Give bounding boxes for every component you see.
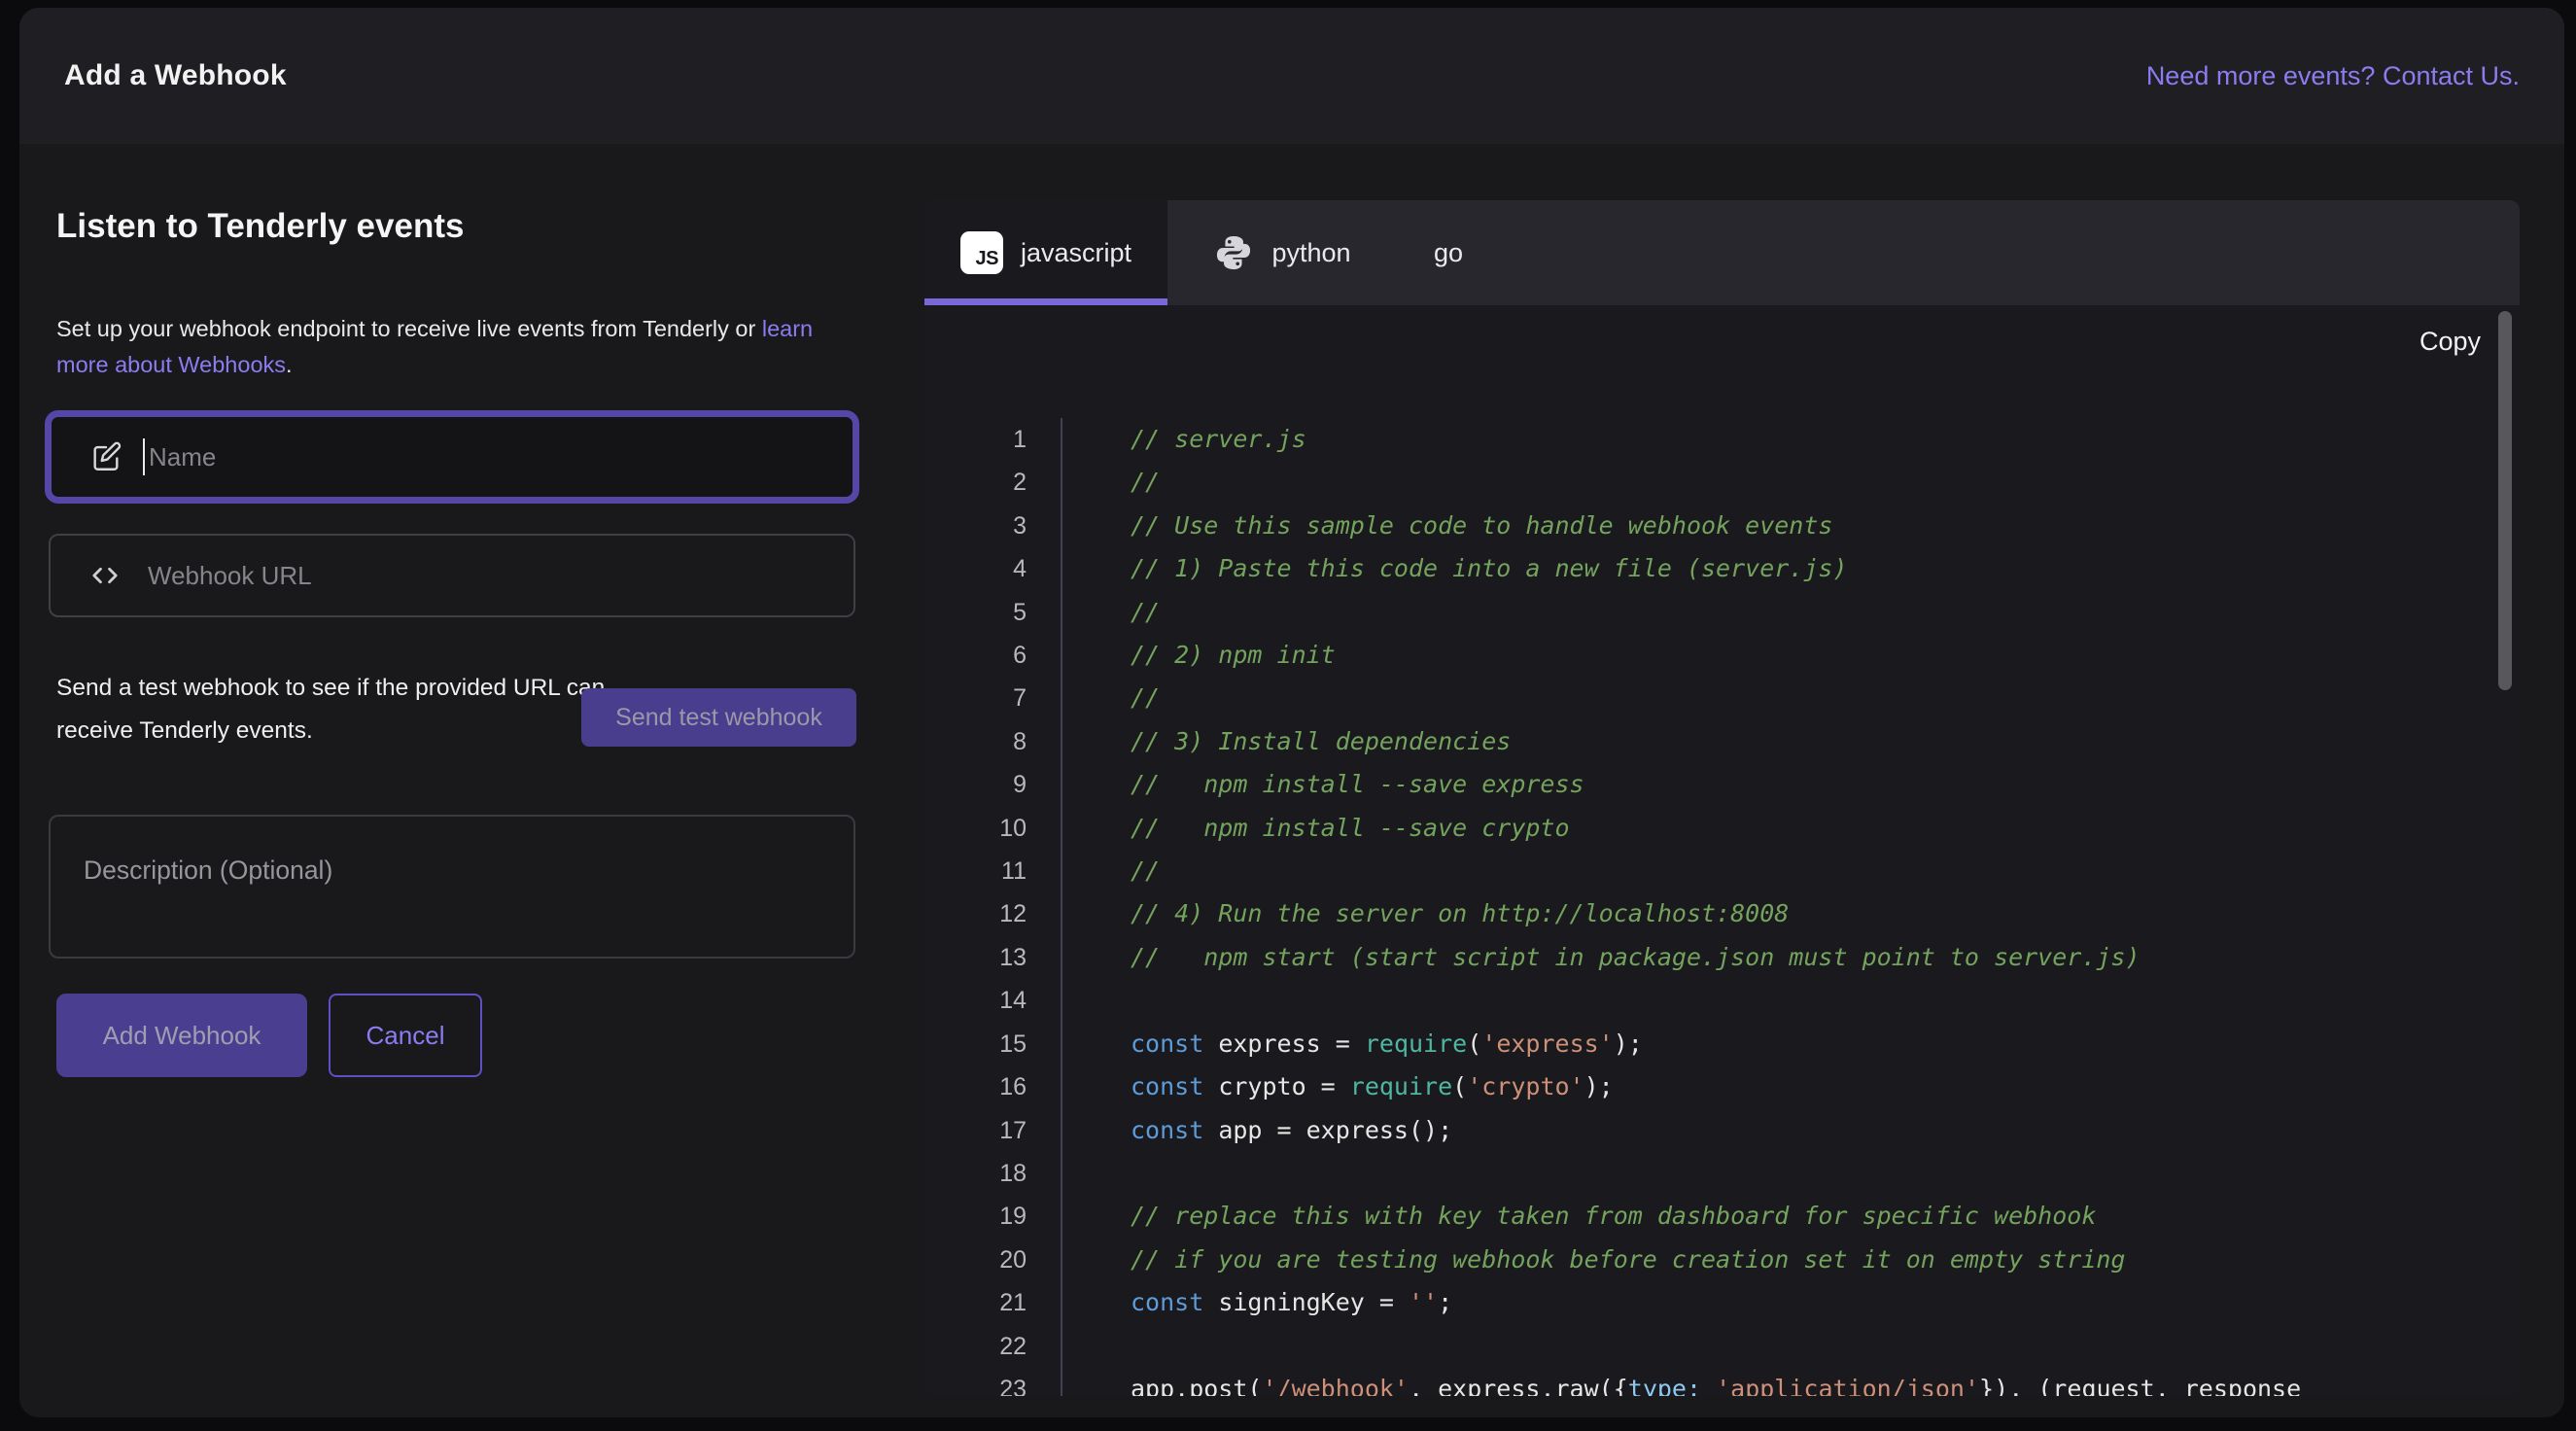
code-tabbar: JS javascript python go <box>924 200 2520 305</box>
code-line: 12// 4) Run the server on http://localho… <box>924 892 2520 936</box>
code-line: 4// 1) Paste this code into a new file (… <box>924 547 2520 591</box>
name-input[interactable] <box>52 417 853 497</box>
contact-us-link[interactable]: Need more events? Contact Us. <box>2146 61 2520 91</box>
tab-javascript-label: javascript <box>1020 237 1132 267</box>
description-field <box>49 815 855 959</box>
tab-go-label: go <box>1434 237 1464 267</box>
test-webhook-text: Send a test webhook to see if the provid… <box>56 675 606 744</box>
code-lines: 1// server.js 2//3// Use this sample code… <box>924 305 2520 1396</box>
screen: Add a Webhook Need more events? Contact … <box>0 0 2576 1431</box>
code-line: 15 const express = require('express'); <box>924 1022 2520 1066</box>
text-caret <box>143 438 145 475</box>
js-icon: JS <box>959 231 1003 274</box>
tab-go[interactable]: go <box>1397 200 1500 305</box>
cancel-button[interactable]: Cancel <box>329 994 482 1077</box>
form-heading: Listen to Tenderly events <box>56 207 465 245</box>
code-line: 8// 3) Install dependencies <box>924 719 2520 764</box>
code-line: 9// npm install --save express <box>924 763 2520 807</box>
code-line: 13// npm start (start script in package.… <box>924 935 2520 980</box>
code-line: 6// 2) npm init <box>924 634 2520 678</box>
modal-header: Add a Webhook Need more events? Contact … <box>19 8 2564 144</box>
tab-javascript[interactable]: JS javascript <box>924 200 1167 305</box>
code-line: 16 const crypto = require('crypto'); <box>924 1065 2520 1109</box>
code-line: 7// <box>924 677 2520 720</box>
add-webhook-modal: Add a Webhook Need more events? Contact … <box>19 8 2564 1417</box>
code-line: 18 <box>924 1151 2520 1196</box>
description-text: Set up your webhook endpoint to receive … <box>56 316 762 341</box>
tab-python-label: python <box>1271 237 1351 267</box>
code-line: 10// npm install --save crypto <box>924 806 2520 851</box>
add-webhook-button[interactable]: Add Webhook <box>56 994 307 1077</box>
code-editor[interactable]: Copy 1// server.js 2//3// Use this sample… <box>924 305 2520 1396</box>
copy-button[interactable]: Copy <box>2419 327 2481 357</box>
form-description: Set up your webhook endpoint to receive … <box>56 311 844 383</box>
modal-title: Add a Webhook <box>64 59 287 91</box>
send-test-webhook-button[interactable]: Send test webhook <box>581 688 856 747</box>
tab-python[interactable]: python <box>1167 200 1397 305</box>
code-line: 2// <box>924 461 2520 505</box>
python-icon <box>1213 232 1254 273</box>
code-line: 21 const signingKey = ''; <box>924 1281 2520 1325</box>
code-line: 11// <box>924 850 2520 893</box>
code-line: 14 <box>924 979 2520 1023</box>
code-line: 3// Use this sample code to handle webho… <box>924 504 2520 548</box>
vertical-scrollbar[interactable] <box>2498 311 2512 690</box>
code-line: 5// <box>924 590 2520 635</box>
description-period: . <box>286 352 293 377</box>
code-line: 19// replace this with key taken from da… <box>924 1195 2520 1239</box>
code-panel: JS javascript python go Copy 1 // server… <box>924 200 2520 1396</box>
code-line: 20// if you are testing webhook before c… <box>924 1238 2520 1282</box>
code-line: 23 app.post('/webhook', express.raw({type… <box>924 1367 2520 1396</box>
code-line: 1// server.js <box>924 418 2520 462</box>
webhook-url-input[interactable] <box>51 536 853 615</box>
code-line: 22 <box>924 1324 2520 1368</box>
name-field <box>45 410 859 504</box>
description-textarea[interactable] <box>49 815 855 959</box>
code-line: 17 const app = express(); <box>924 1108 2520 1152</box>
webhook-url-field <box>49 534 855 617</box>
